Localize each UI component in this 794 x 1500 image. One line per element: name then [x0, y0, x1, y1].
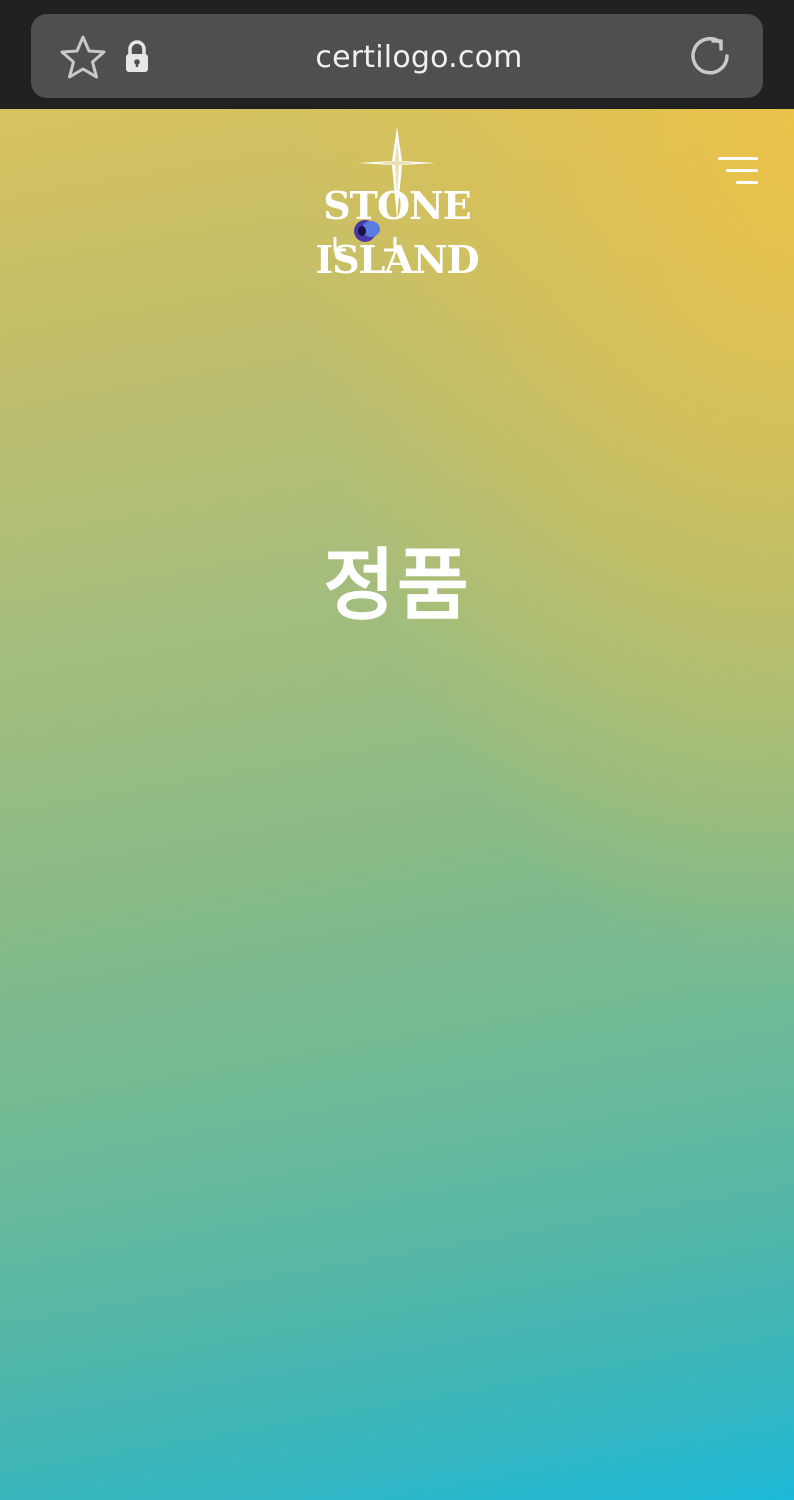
- authenticity-result: 정품: [323, 541, 471, 631]
- star-icon[interactable]: [58, 33, 108, 83]
- lock-icon: [124, 40, 150, 74]
- menu-icon[interactable]: [712, 153, 762, 193]
- url-field[interactable]: certilogo.com: [200, 35, 638, 81]
- brand-logo[interactable]: STONE ISLAND: [262, 127, 532, 282]
- scan-frame-icon: [332, 235, 398, 253]
- reload-icon[interactable]: [686, 32, 734, 80]
- browser-toolbar: certilogo.com: [0, 0, 794, 109]
- brand-logo-text: STONE ISLAND: [315, 183, 479, 282]
- page-content: STONE ISLAND 정품: [0, 109, 794, 1500]
